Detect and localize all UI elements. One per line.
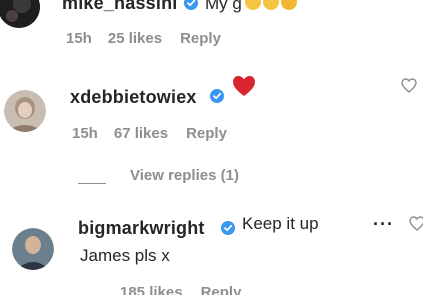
- reply-button[interactable]: Reply: [186, 125, 227, 142]
- reply-button[interactable]: Reply: [201, 284, 242, 295]
- avatar[interactable]: [12, 228, 54, 270]
- heart-outline-icon[interactable]: [401, 78, 417, 93]
- emoji-faces-icon: [245, 0, 297, 10]
- comment-username[interactable]: xdebbietowiex: [70, 87, 197, 108]
- comment-text-line1: Keep it up: [242, 214, 319, 233]
- more-options-icon[interactable]: ···: [373, 214, 394, 235]
- comment-item: xdebbietowiex 15h 67 likes Reply View repl…: [0, 70, 423, 190]
- red-heart-icon: [233, 76, 255, 96]
- replies-divider: [78, 183, 106, 184]
- comment-username[interactable]: mike_hassini: [62, 0, 177, 14]
- avatar[interactable]: [4, 90, 46, 132]
- comment-item: bigmarkwright Keep it up James pls x ···…: [0, 200, 423, 295]
- comments-feed: mike_hassini My g 15h 25 likes Reply xdebb…: [0, 0, 423, 295]
- comment-item: mike_hassini My g 15h 25 likes Reply: [0, 0, 423, 60]
- comment-likes[interactable]: 185 likes: [120, 284, 183, 295]
- comment-meta: 15h 25 likes Reply: [66, 30, 239, 47]
- comment-meta: 15h 67 likes Reply: [72, 125, 245, 142]
- verified-badge-icon: [210, 89, 224, 103]
- avatar[interactable]: [0, 0, 40, 28]
- verified-badge-icon: [221, 221, 235, 235]
- comment-text: My g: [205, 0, 242, 13]
- reply-button[interactable]: Reply: [180, 30, 221, 47]
- comment-time: 15h: [66, 30, 92, 47]
- comment-likes[interactable]: 25 likes: [108, 30, 162, 47]
- comment-text-line2: James pls x: [80, 246, 170, 265]
- comment-meta: 185 likes Reply: [120, 284, 259, 295]
- verified-badge-icon: [184, 0, 198, 10]
- heart-outline-icon[interactable]: [409, 216, 423, 231]
- view-replies-button[interactable]: View replies (1): [130, 167, 239, 184]
- comment-likes[interactable]: 67 likes: [114, 125, 168, 142]
- comment-username[interactable]: bigmarkwright: [78, 218, 205, 239]
- comment-time: 15h: [72, 125, 98, 142]
